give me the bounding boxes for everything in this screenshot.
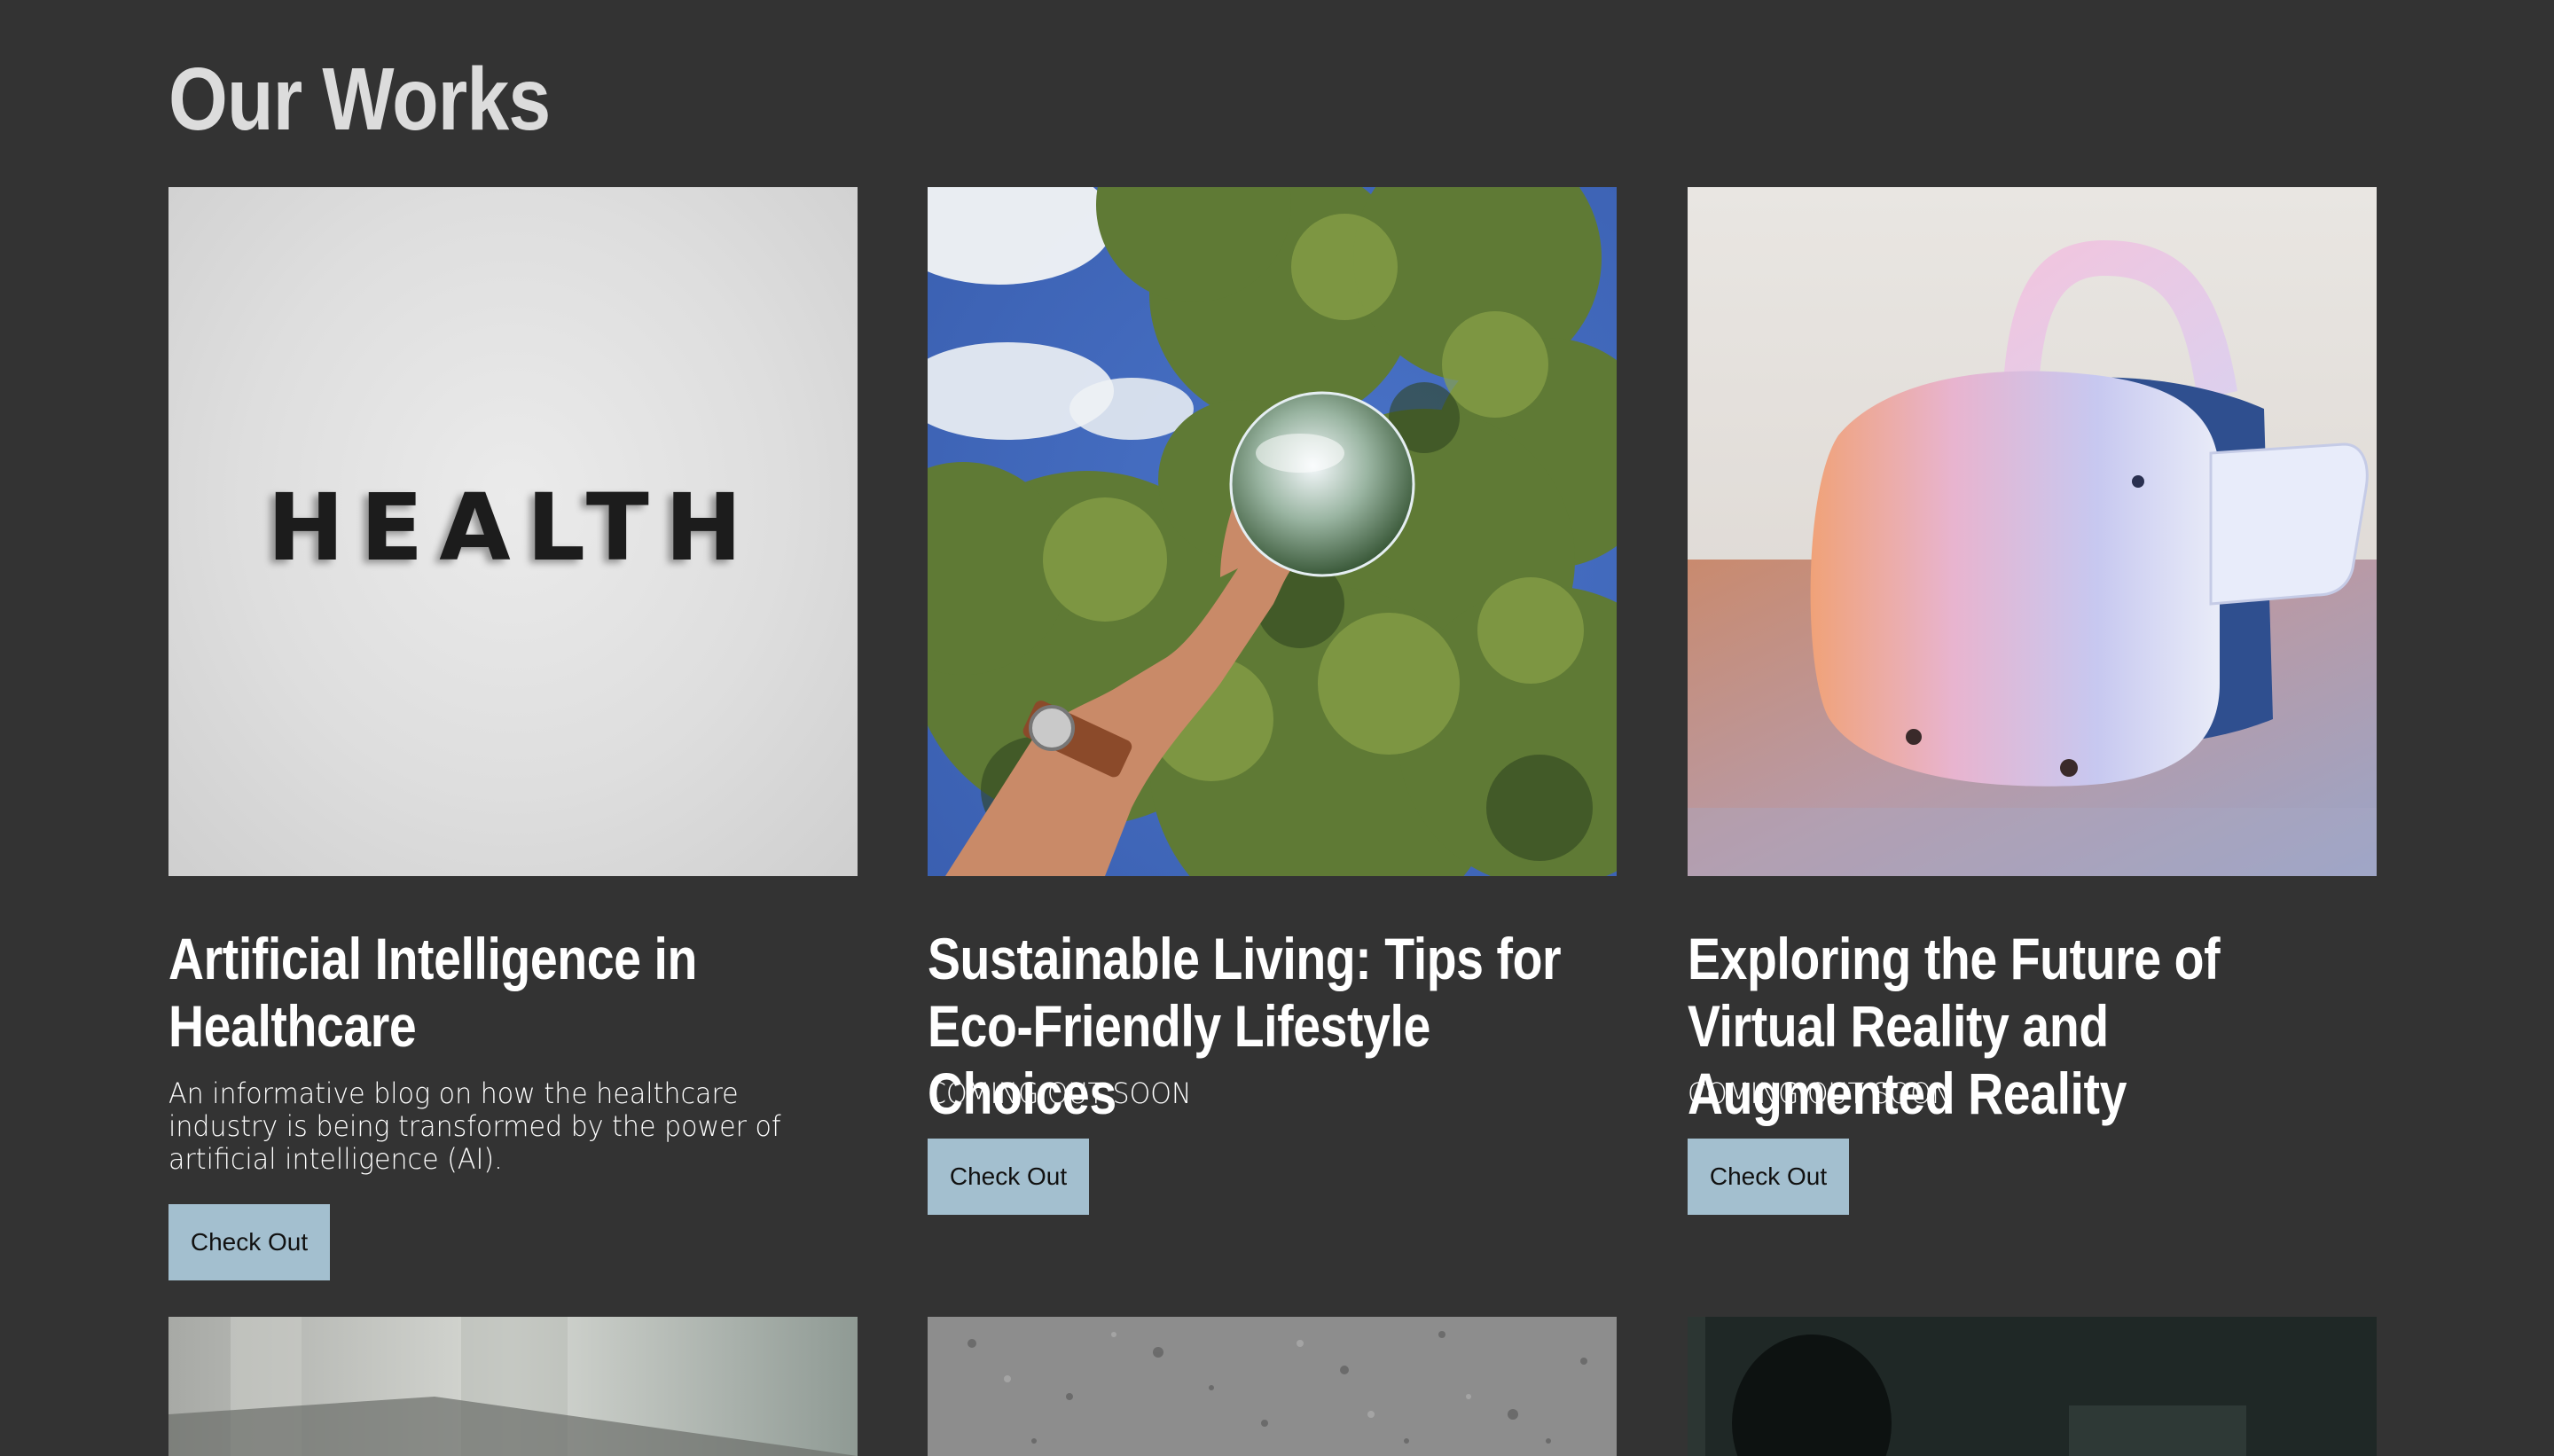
health-image-text: HEALTH bbox=[267, 474, 758, 582]
card-status: COMING OUT SOON bbox=[928, 1076, 1192, 1110]
crystal-ball-graphic bbox=[928, 187, 1617, 876]
vr-headset-graphic bbox=[1688, 187, 2377, 876]
blurred-photo-graphic bbox=[168, 1317, 858, 1456]
work-card-vr-ar: Exploring the Future of Virtual Reality … bbox=[1688, 187, 2377, 1215]
check-out-button[interactable]: Check Out bbox=[1688, 1139, 1849, 1215]
work-card-sustainable-living: Sustainable Living: Tips for Eco-Friendl… bbox=[928, 187, 1617, 1215]
card-image-vr-headset[interactable] bbox=[1688, 187, 2377, 876]
dark-room-photo-graphic bbox=[1688, 1317, 2377, 1456]
card-description: An informative blog on how the healthcar… bbox=[168, 1076, 781, 1176]
card-title: Artificial Intelligence in Healthcare bbox=[168, 926, 697, 1059]
card-status: COMING OUT SOON bbox=[1688, 1076, 1952, 1110]
work-card-image-partial[interactable] bbox=[168, 1317, 858, 1456]
work-card-ai-healthcare: HEALTH Artificial Intelligence in Health… bbox=[168, 187, 858, 1280]
section-title: Our Works bbox=[168, 50, 551, 149]
work-card-image-partial[interactable] bbox=[1688, 1317, 2377, 1456]
check-out-button[interactable]: Check Out bbox=[928, 1139, 1089, 1215]
card-image-health[interactable]: HEALTH bbox=[168, 187, 858, 876]
health-letters-graphic: HEALTH bbox=[267, 474, 758, 582]
card-image-crystal-ball[interactable] bbox=[928, 187, 1617, 876]
work-card-image-partial[interactable] bbox=[928, 1317, 1617, 1456]
check-out-button[interactable]: Check Out bbox=[168, 1204, 330, 1280]
concrete-texture-graphic bbox=[928, 1317, 1617, 1456]
